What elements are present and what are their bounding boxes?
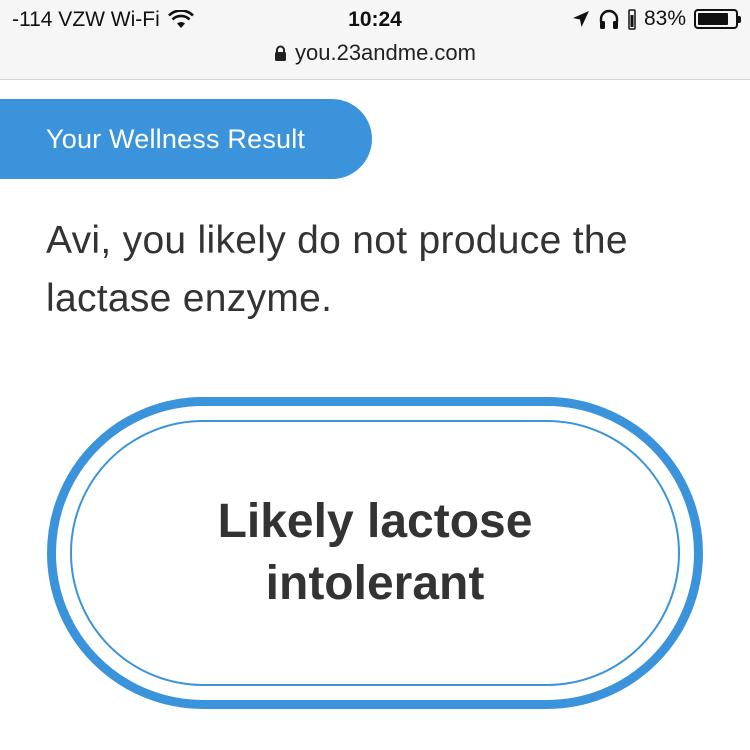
battery-icon [694, 9, 741, 29]
result-headline: Avi, you likely do not produce the lacta… [46, 219, 628, 320]
location-arrow-icon [572, 11, 589, 27]
url-bar[interactable]: you.23andme.com [0, 40, 750, 66]
result-badge-inner: Likely lactose intolerant [70, 420, 680, 686]
battery-level [698, 13, 728, 25]
section-header: Your Wellness Result [0, 99, 372, 179]
result-badge: Likely lactose intolerant [47, 397, 703, 709]
headphones-icon [599, 9, 619, 29]
lock-icon [275, 45, 286, 61]
status-bar: -114 VZW Wi-Fi 10:24 83% [0, 0, 750, 42]
status-indicators: 83% [572, 7, 741, 31]
url-text: you.23andme.com [295, 40, 476, 65]
battery-percent: 83% [643, 7, 686, 30]
browser-top-bar: -114 VZW Wi-Fi 10:24 83% you.23andme.com [0, 0, 750, 80]
result-text: Likely lactose intolerant [217, 495, 533, 610]
section-label: Your Wellness Result [46, 123, 306, 154]
headphone-battery-icon [628, 9, 636, 30]
